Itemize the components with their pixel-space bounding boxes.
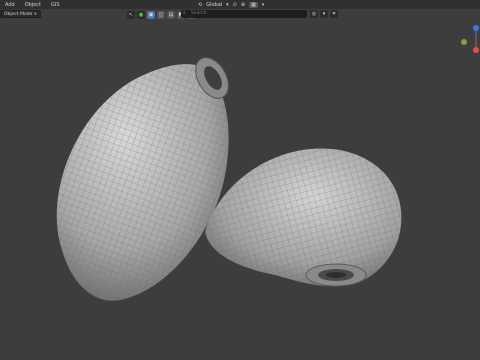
- viewport-header: Object Mode ∨ ↖ ● ▣ ◫ ▤ ◩ ◪ ⌕ Search ◎ ▾…: [0, 9, 480, 20]
- search-placeholder: Search: [191, 11, 207, 16]
- pivot-icon[interactable]: ⊙: [233, 2, 237, 8]
- menu-object[interactable]: Object: [20, 2, 46, 8]
- object-mode-dropdown[interactable]: Object Mode ∨: [0, 10, 42, 18]
- circle-icon[interactable]: ●: [137, 10, 145, 19]
- select-box-icon[interactable]: ▣: [147, 10, 155, 19]
- right-header-tools: ◎ ▾ ⏷: [310, 10, 338, 18]
- orientation-group: ⟲ Global ▾ ⊙ ⊕ ▦ ⏸: [198, 0, 264, 9]
- search-input[interactable]: ⌕ Search: [181, 10, 307, 18]
- globe-icon[interactable]: ◎: [310, 10, 318, 18]
- mesh-object-left[interactable]: [56, 52, 235, 301]
- cursor-icon[interactable]: ↖: [127, 10, 135, 19]
- filter-icon[interactable]: ⏷: [330, 10, 338, 18]
- proportional-icon[interactable]: ▦: [249, 1, 258, 8]
- transform-orientation[interactable]: Global: [206, 2, 222, 8]
- select-lasso-icon[interactable]: ▤: [167, 10, 175, 19]
- menu-add[interactable]: Add: [0, 2, 20, 8]
- select-circle-icon[interactable]: ◫: [157, 10, 165, 19]
- snap-icon[interactable]: ⊕: [241, 2, 245, 8]
- overlay-icon[interactable]: ⏸: [262, 2, 265, 8]
- chevron-down-icon: ▾: [226, 1, 229, 8]
- view-dropdown[interactable]: ▾: [320, 10, 328, 18]
- search-icon: ⌕: [183, 11, 186, 16]
- orientation-icon: ⟲: [198, 1, 203, 8]
- mesh-object-right[interactable]: [205, 148, 402, 287]
- 3d-viewport[interactable]: [0, 20, 480, 360]
- menu-gis[interactable]: GIS: [46, 2, 65, 8]
